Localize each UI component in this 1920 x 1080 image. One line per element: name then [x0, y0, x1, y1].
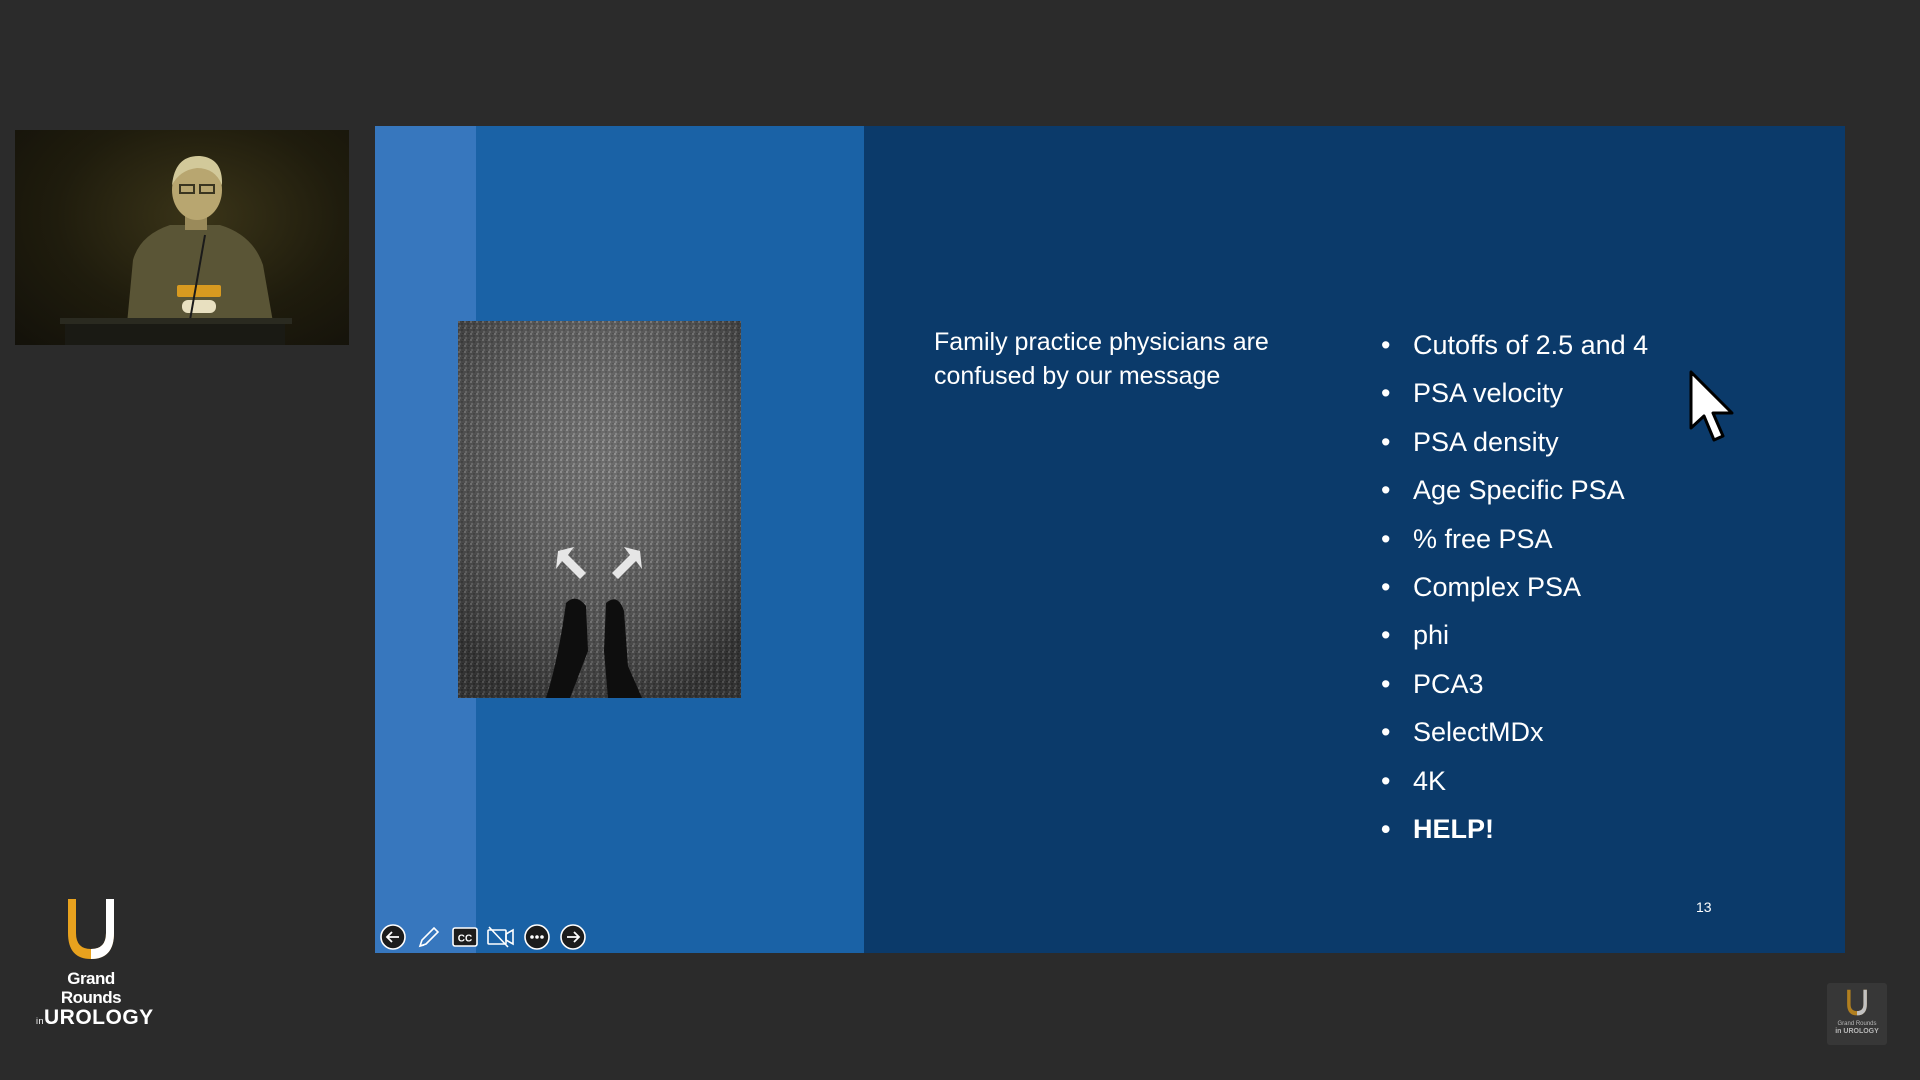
speaker-video: [15, 130, 349, 345]
bullet-item: HELP!: [1381, 805, 1648, 853]
presentation-stage: Family practice physicians are confused …: [0, 0, 1920, 1080]
bullet-item: Cutoffs of 2.5 and 4: [1381, 321, 1648, 369]
closed-captions-button[interactable]: CC: [450, 922, 480, 952]
more-options-button[interactable]: [522, 922, 552, 952]
bullet-item: Age Specific PSA: [1381, 466, 1648, 514]
bullet-item: 4K: [1381, 757, 1648, 805]
camera-toggle-button[interactable]: [486, 922, 516, 952]
u-logo-icon: [68, 899, 114, 959]
bullet-item: PSA velocity: [1381, 369, 1648, 417]
bullet-item: PCA3: [1381, 660, 1648, 708]
cc-icon: CC: [452, 927, 478, 947]
arrow-left-icon: [380, 924, 406, 950]
bullet-item: % free PSA: [1381, 515, 1648, 563]
slideshow-toolbar: CC: [378, 922, 588, 952]
previous-slide-button[interactable]: [378, 922, 408, 952]
bullet-item: SelectMDx: [1381, 708, 1648, 756]
more-icon: [524, 924, 550, 950]
slide-bullet-list: Cutoffs of 2.5 and 4 PSA velocity PSA de…: [1381, 321, 1648, 853]
pen-icon: [418, 926, 440, 948]
watermark-line-2: in UROLOGY: [1835, 1028, 1879, 1035]
speaker-figure: [60, 155, 292, 345]
crossroads-arrows-photo: [458, 321, 741, 698]
arrow-right-icon: [560, 924, 586, 950]
u-watermark-icon: [1847, 989, 1867, 1016]
bullet-item: phi: [1381, 611, 1648, 659]
bullet-item: Complex PSA: [1381, 563, 1648, 611]
mouse-cursor-icon: [1688, 370, 1738, 450]
grand-rounds-logo: Grand Rounds inUROLOGY: [36, 895, 154, 1032]
slide-page-number: 13: [1696, 899, 1712, 915]
watermark-line-1: Grand Rounds: [1837, 1021, 1877, 1027]
svg-text:CC: CC: [458, 934, 472, 945]
camera-off-icon: [487, 926, 514, 948]
logo-line-2: inUROLOGY: [36, 1006, 154, 1029]
presentation-slide: Family practice physicians are confused …: [375, 126, 1845, 953]
logo-line-1: Grand Rounds: [60, 969, 122, 1007]
next-slide-button[interactable]: [558, 922, 588, 952]
pen-tool-button[interactable]: [414, 922, 444, 952]
corner-watermark: Grand Rounds in UROLOGY: [1827, 983, 1887, 1045]
bullet-item: PSA density: [1381, 418, 1648, 466]
slide-left-text: Family practice physicians are confused …: [934, 328, 1269, 390]
